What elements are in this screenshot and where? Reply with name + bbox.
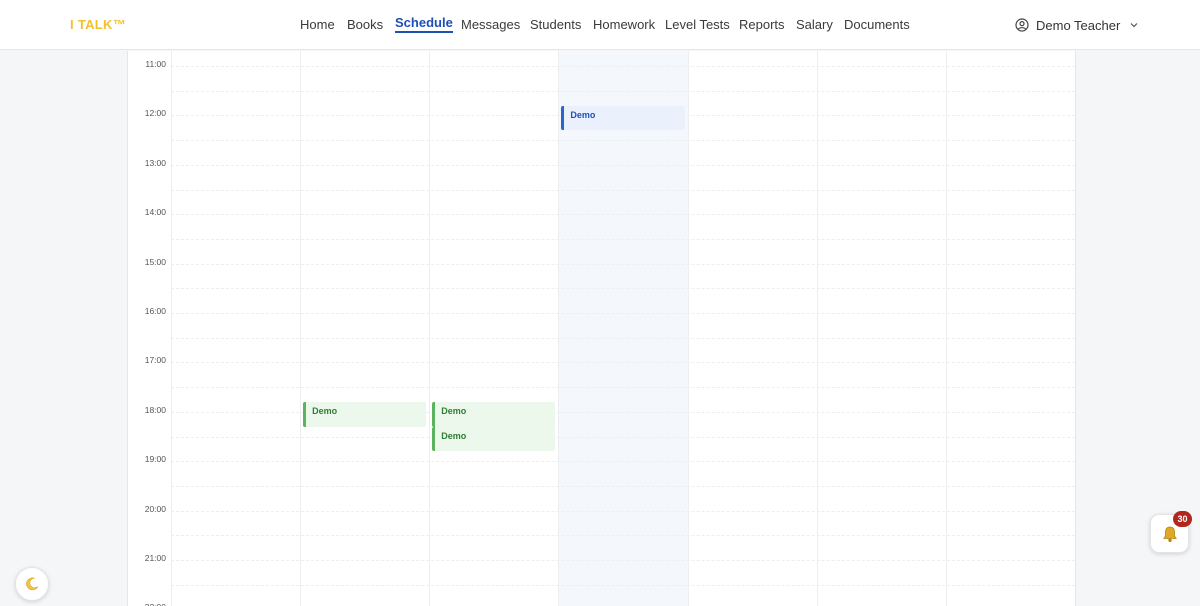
schedule-calendar: 11:00 12:00 13:00 14:00 15:00 16:00 17:00 18:00… [127, 51, 1076, 606]
moon-icon [26, 577, 39, 591]
time-gridline [171, 313, 1075, 314]
time-label: 22:00 [128, 602, 166, 606]
nav-salary[interactable]: Salary [796, 17, 833, 32]
time-gridline [171, 90, 1075, 92]
chevron-down-icon [1130, 23, 1138, 28]
day-column[interactable] [687, 51, 817, 606]
time-gutter: 11:00 12:00 13:00 14:00 15:00 16:00 17:00 18:00… [128, 51, 171, 606]
nav-documents[interactable]: Documents [844, 17, 910, 32]
time-gridline [171, 263, 1075, 265]
day-column[interactable] [816, 51, 946, 606]
time-gridline [171, 485, 1075, 487]
nav-messages[interactable]: Messages [461, 17, 520, 32]
time-gridline [171, 337, 1075, 339]
time-label: 21:00 [144, 553, 166, 563]
day-column[interactable] [945, 51, 1075, 606]
top-header: I TALK™ Home Books Schedule Messages Stu… [0, 0, 1200, 50]
user-name: Demo Teacher [1036, 17, 1121, 33]
time-gridline [171, 387, 1075, 389]
time-gridline [171, 140, 1075, 142]
time-label: 18:00 [144, 404, 166, 415]
time-gridline [171, 164, 1075, 166]
nav-books[interactable]: Books [347, 17, 383, 32]
time-gridline [171, 238, 1075, 240]
user-menu[interactable]: Demo Teacher [1015, 16, 1139, 34]
calendar-event[interactable]: Demo [561, 105, 685, 131]
time-label: 13:00 [144, 157, 166, 168]
time-gridline [171, 584, 1075, 586]
time-gridline [171, 461, 1075, 463]
nav-students[interactable]: Students [530, 17, 581, 32]
time-gridline [171, 362, 1075, 364]
notification-count-badge: 30 [1173, 511, 1192, 527]
time-gridline [171, 214, 1075, 216]
time-label: 16:00 [144, 306, 166, 316]
nav-schedule[interactable]: Schedule [395, 15, 453, 33]
time-gridline [171, 436, 1075, 438]
time-label: 19:00 [144, 454, 166, 465]
nav-reports[interactable]: Reports [739, 17, 785, 32]
time-label: 14:00 [144, 207, 166, 218]
calendar-event[interactable]: Demo [432, 426, 556, 452]
time-gridline [171, 288, 1075, 290]
day-column[interactable] [171, 51, 300, 606]
nav-home[interactable]: Home [300, 17, 335, 32]
time-gridline [171, 66, 1075, 67]
time-label: 11:00 [145, 59, 166, 69]
time-gridline [171, 510, 1075, 512]
nav-homework[interactable]: Homework [593, 17, 655, 32]
time-gridline [171, 189, 1075, 191]
calendar-event[interactable]: Demo [303, 402, 427, 427]
nav-level-tests[interactable]: Level Tests [665, 17, 730, 32]
user-circle-icon [1015, 18, 1029, 32]
day-column[interactable] [429, 51, 558, 606]
time-label: 15:00 [144, 256, 166, 267]
time-label: 12:00 [144, 108, 166, 119]
theme-toggle-button[interactable] [15, 567, 49, 601]
time-gridline [171, 535, 1075, 537]
day-grid: Demo Demo Demo Demo [171, 51, 1075, 606]
day-column[interactable] [300, 51, 429, 606]
time-gridline [171, 560, 1075, 561]
time-label: 20:00 [144, 503, 166, 514]
calendar-event[interactable]: Demo [432, 402, 556, 427]
bell-icon [1162, 526, 1177, 542]
time-label: 17:00 [144, 355, 166, 366]
day-column[interactable] [558, 51, 688, 606]
